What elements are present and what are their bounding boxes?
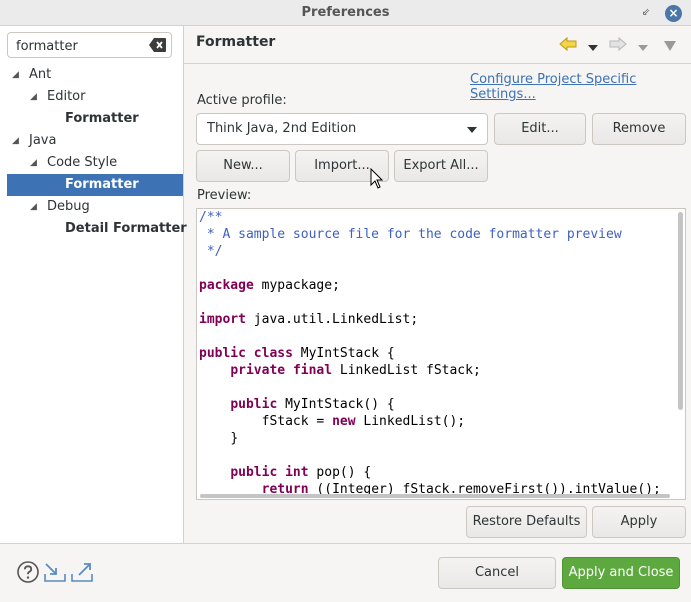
code-preview: /** * A sample source file for the code … xyxy=(196,208,686,500)
tree-item-label: Java xyxy=(29,133,57,148)
code-text: LinkedList fStack; xyxy=(332,363,481,378)
tree-item-label: Detail Formatter xyxy=(65,221,187,236)
restore-defaults-button[interactable]: Restore Defaults xyxy=(466,506,587,538)
preview-vertical-scrollbar[interactable] xyxy=(678,212,683,410)
expanded-arrow-icon[interactable]: ◢ xyxy=(30,152,42,174)
filter-input[interactable] xyxy=(14,36,148,56)
code-text: LinkedList(); xyxy=(355,414,466,429)
tree-item-java-formatter[interactable]: Formatter xyxy=(7,174,183,196)
tree-item-label: Formatter xyxy=(65,177,139,192)
code-keyword: class xyxy=(253,346,293,361)
close-window-icon[interactable]: × xyxy=(665,5,682,22)
code-keyword: new xyxy=(332,414,356,429)
tree-item-detail-formatter[interactable]: Detail Formatter xyxy=(0,218,187,240)
page-title: Formatter xyxy=(196,34,276,50)
tree-item-label: Formatter xyxy=(65,111,139,126)
tree-item-ant-editor[interactable]: ◢ Editor xyxy=(0,86,183,108)
tree-item-label: Code Style xyxy=(47,155,118,170)
view-menu-icon[interactable] xyxy=(663,38,677,54)
preview-horizontal-scrollbar[interactable] xyxy=(200,494,670,498)
tree-item-label: Ant xyxy=(29,67,52,82)
code-keyword: private xyxy=(230,363,286,378)
footer-separator xyxy=(0,543,691,544)
profile-select[interactable]: Think Java, 2nd Edition xyxy=(196,113,488,145)
code-text: pop() { xyxy=(308,465,372,480)
active-profile-label: Active profile: xyxy=(197,93,287,108)
code-keyword: int xyxy=(285,465,309,480)
help-icon[interactable] xyxy=(16,560,40,584)
import-preferences-icon[interactable] xyxy=(43,560,67,584)
export-preferences-icon[interactable] xyxy=(70,560,94,584)
code-keyword: public xyxy=(230,465,278,480)
profile-select-value: Think Java, 2nd Edition xyxy=(207,121,357,136)
code-keyword: public xyxy=(199,346,246,361)
code-comment: */ xyxy=(199,244,223,259)
dropdown-arrow-icon xyxy=(467,127,477,133)
code-text: fStack = xyxy=(261,414,333,429)
tree-item-ant[interactable]: ◢ Ant xyxy=(0,64,183,86)
tree-item-debug[interactable]: ◢ Debug xyxy=(0,196,183,218)
apply-and-close-button[interactable]: Apply and Close xyxy=(562,557,680,589)
code-comment: /** xyxy=(199,210,223,225)
tree-item-ant-formatter[interactable]: Formatter xyxy=(0,108,183,130)
configure-project-settings-link[interactable]: Configure Project Specific Settings... xyxy=(470,72,691,102)
code-keyword: package xyxy=(199,278,254,293)
back-menu-chevron-icon[interactable] xyxy=(587,40,599,56)
title-bar: Preferences ⇙ × xyxy=(0,0,691,26)
cancel-button[interactable]: Cancel xyxy=(438,557,556,589)
preference-tree-pane: ◢ Ant ◢ Editor Formatter ◢ Java ◢ Code S… xyxy=(0,26,187,543)
tree-item-java[interactable]: ◢ Java xyxy=(0,130,183,152)
code-text: MyIntStack { xyxy=(292,346,395,361)
code-text: mypackage; xyxy=(253,278,340,293)
new-profile-button[interactable]: New... xyxy=(196,150,290,182)
expanded-arrow-icon[interactable]: ◢ xyxy=(30,86,42,108)
expanded-arrow-icon[interactable]: ◢ xyxy=(30,196,42,218)
export-all-button[interactable]: Export All... xyxy=(394,150,488,182)
code-keyword: public xyxy=(230,397,278,412)
mouse-pointer-icon xyxy=(370,168,384,189)
header-separator xyxy=(184,63,691,64)
code-comment: * A sample source file for the code form… xyxy=(199,227,622,242)
edit-profile-button[interactable]: Edit... xyxy=(494,113,586,145)
code-text: } xyxy=(230,431,239,446)
code-keyword: import xyxy=(199,312,246,327)
restore-window-icon[interactable]: ⇙ xyxy=(639,6,653,20)
tree-item-code-style[interactable]: ◢ Code Style xyxy=(0,152,183,174)
tree-item-label: Debug xyxy=(47,199,90,214)
forward-arrow-icon[interactable] xyxy=(609,36,627,52)
code-text: MyIntStack() { xyxy=(277,397,395,412)
code-keyword: final xyxy=(292,363,333,378)
expanded-arrow-icon[interactable]: ◢ xyxy=(12,130,24,152)
code-preview-text: /** * A sample source file for the code … xyxy=(199,209,661,498)
remove-profile-button[interactable]: Remove xyxy=(592,113,686,145)
tree-item-label: Editor xyxy=(47,89,86,104)
window-title: Preferences xyxy=(301,5,390,20)
back-arrow-icon[interactable] xyxy=(559,36,577,52)
apply-button[interactable]: Apply xyxy=(592,506,686,538)
code-text: java.util.LinkedList; xyxy=(245,312,419,327)
clear-text-icon[interactable] xyxy=(149,37,167,53)
preview-label: Preview: xyxy=(197,188,252,203)
forward-menu-chevron-icon[interactable] xyxy=(637,40,649,56)
expanded-arrow-icon[interactable]: ◢ xyxy=(12,64,24,86)
filter-field[interactable] xyxy=(7,32,172,58)
